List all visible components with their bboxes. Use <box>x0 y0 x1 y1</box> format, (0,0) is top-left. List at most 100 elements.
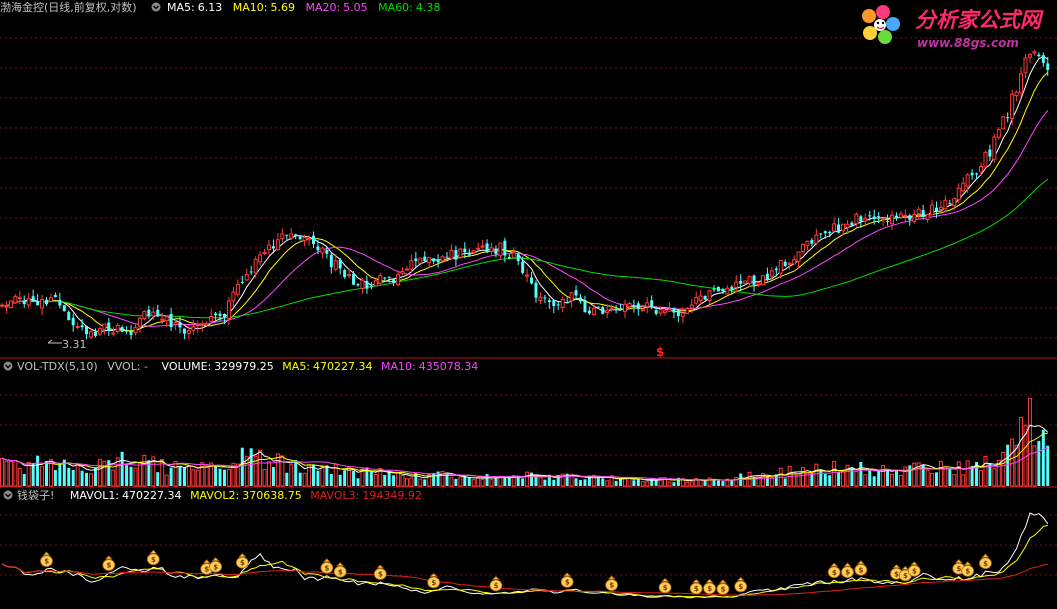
candle-body <box>58 299 62 306</box>
candle-body <box>796 251 801 262</box>
volume-bar <box>0 457 4 487</box>
candle-body <box>329 254 333 268</box>
volume-bar <box>396 472 401 487</box>
candle-body <box>1046 63 1050 70</box>
candle-body <box>476 247 481 250</box>
vol-ma10-value: 435078.34 <box>419 360 479 373</box>
candle-body <box>436 259 440 263</box>
candle-body <box>716 287 720 292</box>
candle-body <box>516 254 520 262</box>
candle-body <box>627 303 632 308</box>
candle-body <box>498 242 503 257</box>
volume-bar <box>307 464 312 487</box>
volume-bar <box>400 474 405 487</box>
volume-bar <box>102 460 107 487</box>
candle-body <box>360 279 365 289</box>
candle-body <box>325 250 329 254</box>
candle-body <box>948 203 952 205</box>
volume-bar <box>1010 438 1015 487</box>
candle-body <box>133 327 138 334</box>
bag-symbol: $ <box>738 583 743 591</box>
candle-body <box>147 309 151 317</box>
volume-bar <box>53 470 57 486</box>
volume-bar <box>886 469 890 486</box>
volume-value: 329979.25 <box>214 360 274 373</box>
candle-body <box>160 318 165 321</box>
bag-symbol: $ <box>707 585 712 593</box>
candle-body <box>935 207 938 212</box>
candle-body <box>40 299 45 309</box>
bag-symbol: $ <box>663 584 668 592</box>
candle-body <box>26 298 31 306</box>
candle-body <box>267 244 271 251</box>
volume-bar <box>898 474 903 487</box>
candle-body <box>703 295 707 300</box>
candle-body <box>223 313 226 318</box>
bag-settings-icon[interactable] <box>3 490 13 500</box>
volume-bar <box>935 472 938 486</box>
volume-bar <box>956 461 961 487</box>
volume-bar <box>645 481 650 487</box>
candle-body <box>886 220 890 222</box>
candle-body <box>676 310 680 317</box>
volume-bar <box>22 474 26 486</box>
candle-body <box>249 271 253 273</box>
candle-body <box>560 298 565 308</box>
candle-body <box>302 236 307 241</box>
volume-bar <box>387 471 391 486</box>
volume-bar <box>294 460 298 486</box>
price-settings-icon[interactable] <box>151 2 161 12</box>
candle-body <box>75 325 80 328</box>
volume-bar <box>712 479 716 486</box>
candle-body <box>543 297 547 299</box>
bag-symbol: $ <box>240 559 245 567</box>
candle-body <box>356 284 360 286</box>
candle-body <box>156 309 160 317</box>
volume-bar <box>890 473 894 487</box>
ma60-label: MA60: <box>378 1 413 14</box>
volume-bar <box>525 471 530 487</box>
candle-body <box>975 173 979 175</box>
candle-body <box>983 151 988 168</box>
volume-bar <box>596 477 600 486</box>
bag-symbol: $ <box>151 556 156 564</box>
candle-body <box>721 289 725 292</box>
candle-body <box>275 239 280 251</box>
candle-body <box>111 332 116 335</box>
signal-marker: $ <box>656 345 664 359</box>
volume-bar <box>538 476 543 487</box>
mavol2-label: MAVOL2: <box>190 489 239 502</box>
volume-bar <box>837 472 841 486</box>
candle-body <box>258 254 263 263</box>
candle-body <box>1027 53 1032 58</box>
candle-body <box>783 261 787 267</box>
candle-body <box>952 198 957 207</box>
bag-symbol: $ <box>431 579 436 587</box>
candle-body <box>760 275 765 286</box>
candle-body <box>204 322 209 326</box>
vol-ma5-label: MA5: <box>282 360 310 373</box>
mavol2-value: 370638.75 <box>242 489 302 502</box>
candle-body <box>596 306 600 308</box>
volume-bar <box>142 454 147 487</box>
volume-bar <box>467 478 471 486</box>
candle-body <box>285 234 289 236</box>
candle-body <box>859 216 863 222</box>
stock-chart[interactable]: $ $ $ $ $ $ $ $ $ $ $ $ $ $ $ $ $ $ $ $ $ $ $ $ $ $ $ 渤海金控(日线,前复权,… <box>0 0 1057 609</box>
candle-body <box>231 291 236 302</box>
candle-body <box>810 239 814 244</box>
volume-bar <box>343 470 347 486</box>
volume-bar <box>614 480 618 486</box>
candle-body <box>1006 117 1010 119</box>
volume-bar <box>133 467 138 487</box>
candle-body <box>685 308 690 315</box>
candle-body <box>1014 91 1019 97</box>
volume-bar <box>471 479 476 487</box>
candle-body <box>191 326 196 331</box>
candle-body <box>868 215 872 217</box>
volume-bar <box>979 469 983 487</box>
candle-body <box>623 303 627 312</box>
candle-body <box>956 187 961 201</box>
candle-body <box>67 312 71 320</box>
volume-settings-icon[interactable] <box>3 361 13 371</box>
